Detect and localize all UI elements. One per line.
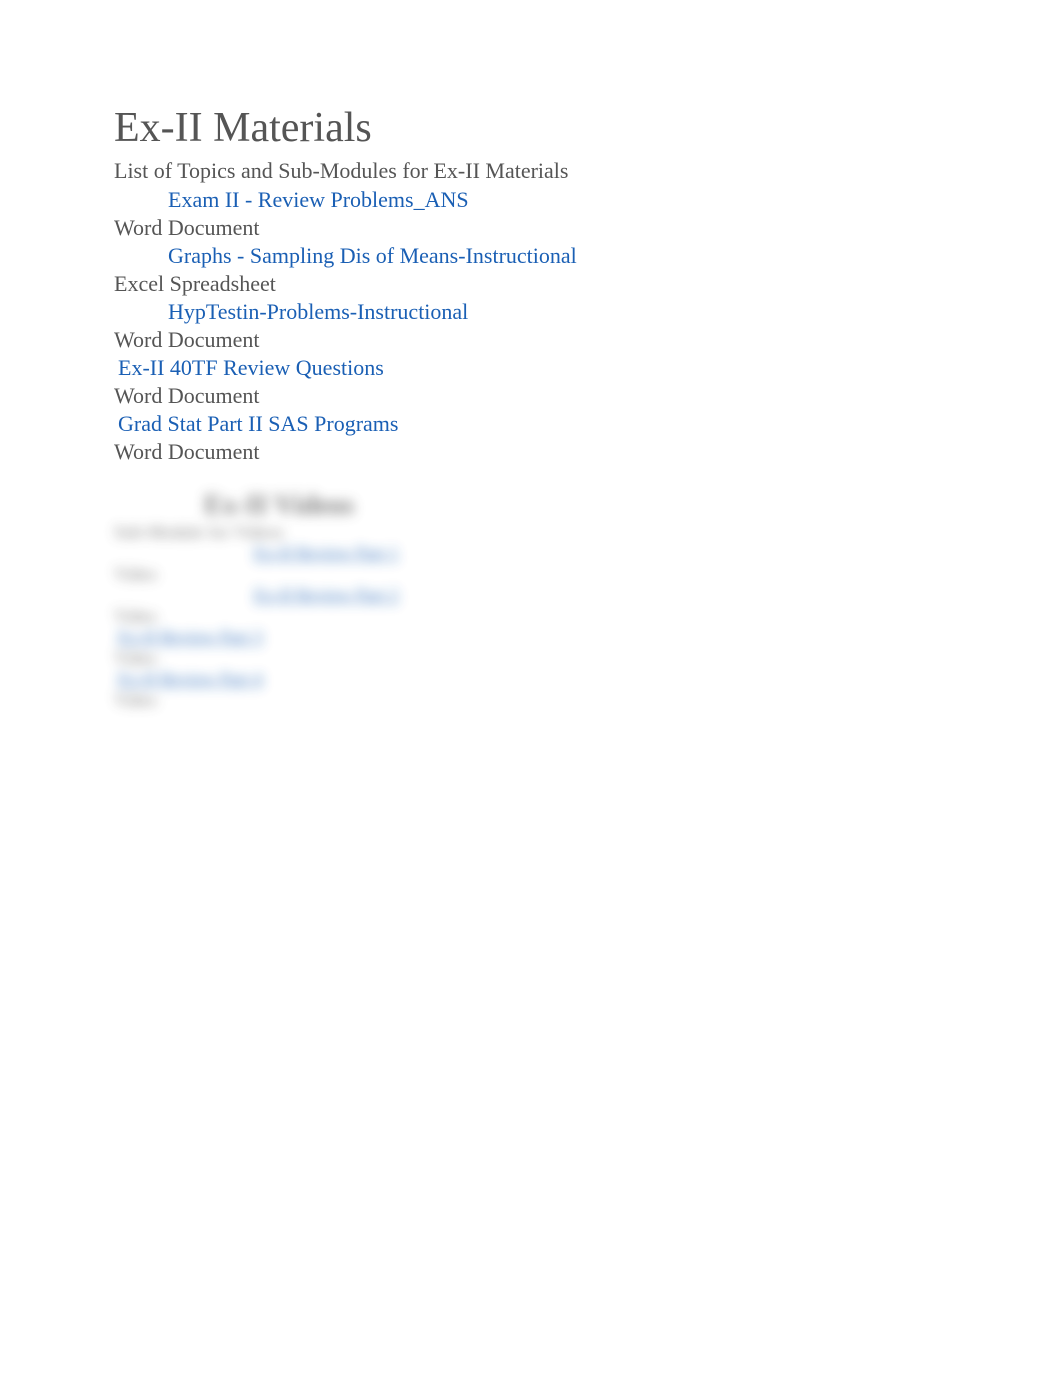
file-type-label: Video — [114, 690, 984, 711]
list-item: HypTestin-Problems-Instructional — [78, 298, 984, 326]
document-link[interactable]: Ex-II 40TF Review Questions — [118, 354, 984, 382]
file-type-label: Video — [114, 564, 984, 585]
video-link: Ex-II Review Part 3 — [118, 627, 984, 648]
file-type-label: Word Document — [114, 382, 984, 410]
page-content: Ex-II Materials List of Topics and Sub-M… — [0, 0, 1062, 751]
document-link[interactable]: Graphs - Sampling Dis of Means-Instructi… — [168, 242, 577, 270]
list-item: Graphs - Sampling Dis of Means-Instructi… — [78, 242, 984, 270]
section-heading: Ex-II Videos — [204, 490, 354, 522]
video-link: Ex-II Review Part 2 — [254, 585, 398, 606]
page-title: Ex-II Materials — [114, 104, 984, 152]
document-link[interactable]: Exam II - Review Problems_ANS — [168, 186, 469, 214]
file-type-label: Video — [114, 648, 984, 669]
page-subtitle: List of Topics and Sub-Modules for Ex-II… — [114, 158, 984, 184]
file-type-label: Word Document — [114, 438, 984, 466]
video-link: Ex-II Review Part 4 — [118, 669, 984, 690]
blurred-section: Ex-II Videos Sub-Module for Videos Ex-II… — [78, 490, 984, 711]
list-item: Exam II - Review Problems_ANS — [78, 186, 984, 214]
file-type-label: Excel Spreadsheet — [114, 270, 984, 298]
section-subtitle: Sub-Module for Videos — [114, 522, 984, 543]
document-link[interactable]: HypTestin-Problems-Instructional — [168, 298, 468, 326]
video-link: Ex-II Review Part 1 — [254, 543, 398, 564]
file-type-label: Word Document — [114, 326, 984, 354]
document-link[interactable]: Grad Stat Part II SAS Programs — [118, 410, 984, 438]
file-type-label: Word Document — [114, 214, 984, 242]
file-type-label: Video — [114, 606, 984, 627]
